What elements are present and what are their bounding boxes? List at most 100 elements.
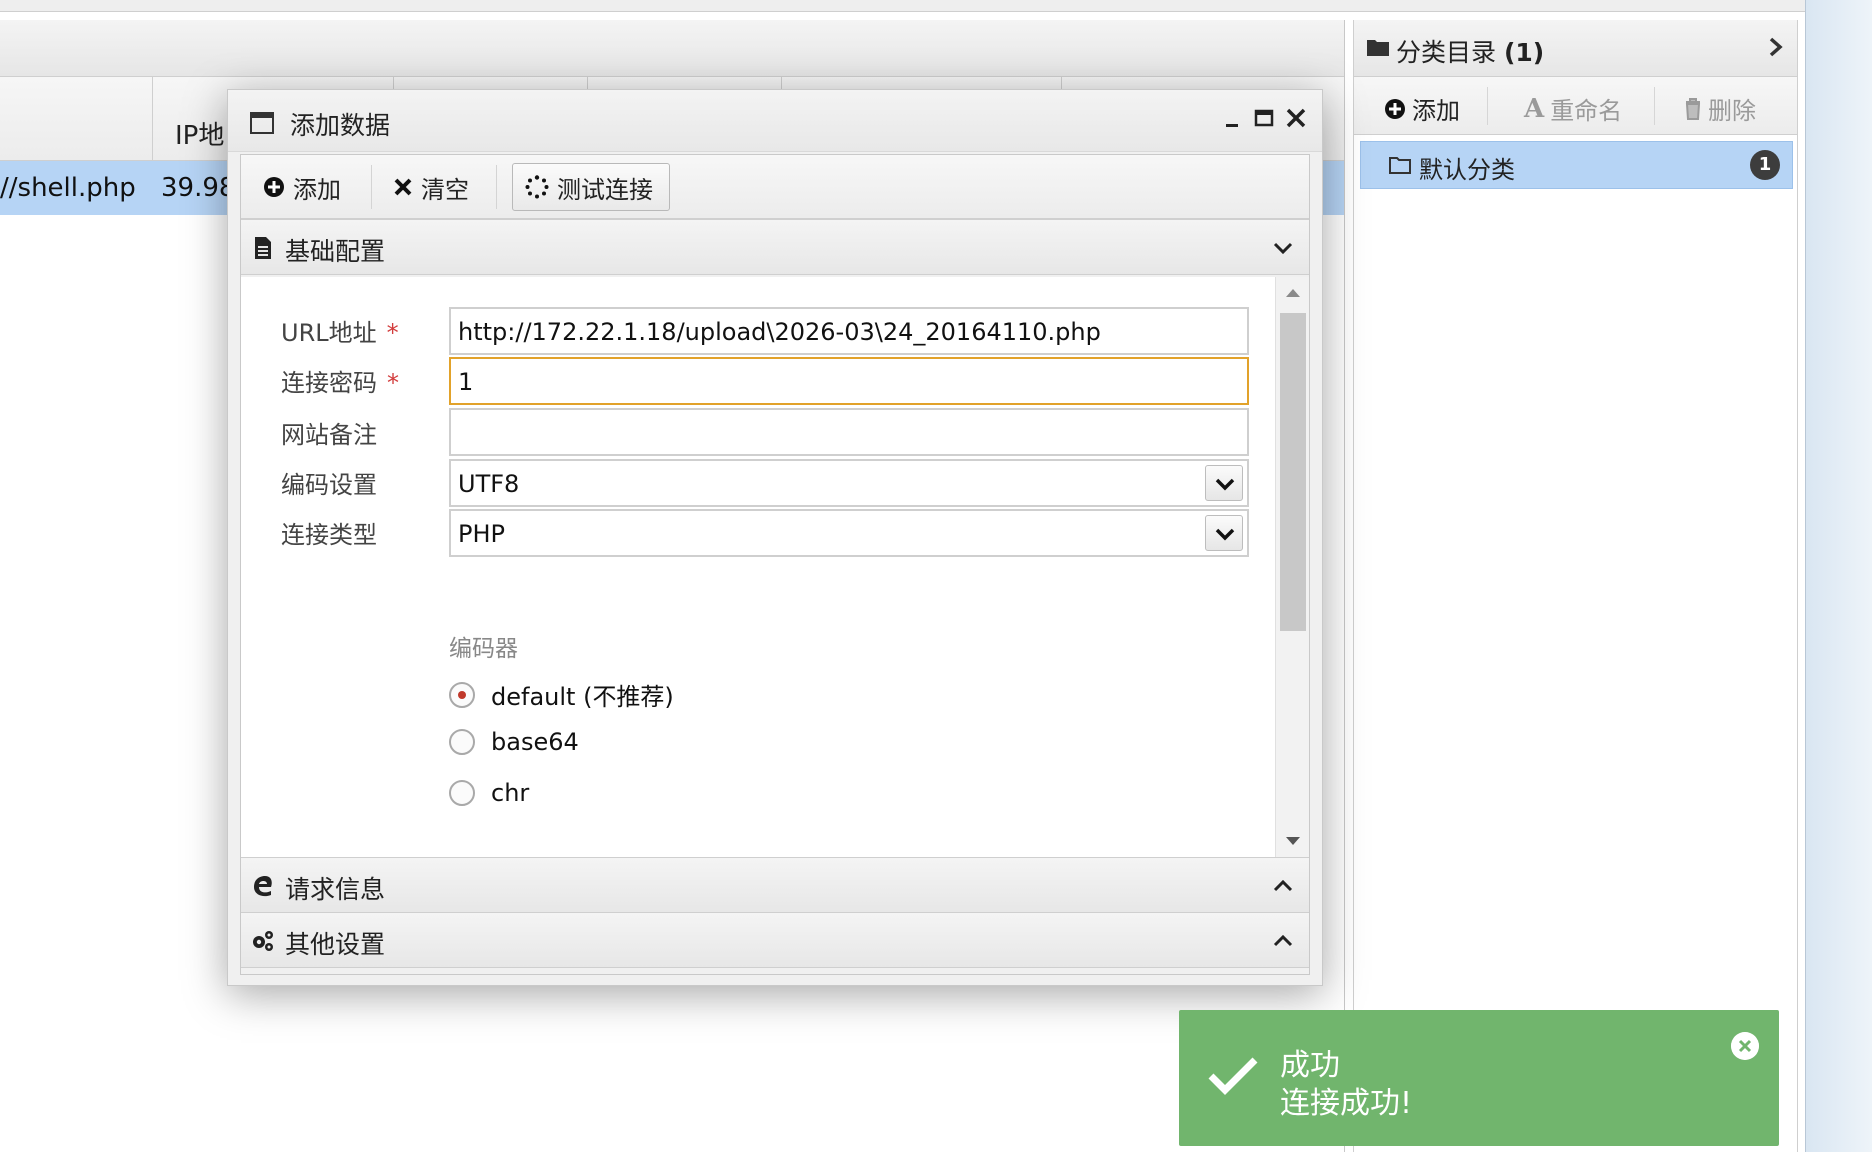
radio-button[interactable] — [449, 729, 475, 755]
minimize-icon[interactable] — [1218, 104, 1246, 132]
toolbar-divider — [1654, 87, 1655, 125]
encoder-label: 编码器 — [449, 636, 518, 662]
required-mark: * — [386, 319, 399, 347]
chevron-down-icon[interactable] — [1271, 236, 1295, 260]
note-label: 网站备注 — [281, 421, 377, 449]
dialog-body: 添加 清空 测试连接 基础配置 URL地址 * http://172.22.1.… — [240, 154, 1310, 975]
section-title: 基础配置 — [285, 237, 386, 266]
file-text-icon — [255, 237, 271, 259]
dialog-toolbar: 添加 清空 测试连接 — [241, 155, 1309, 219]
close-icon[interactable] — [1282, 104, 1310, 132]
check-icon — [1208, 1057, 1258, 1095]
add-data-dialog: 添加数据 添加 清空 测试连接 基础配置 URL地址 * http://172.… — [227, 89, 1323, 986]
type-select-value: PHP — [458, 520, 505, 548]
encoder-option-chr[interactable]: chr — [449, 779, 529, 807]
section-title: 请求信息 — [285, 875, 386, 904]
count-badge: 1 — [1750, 150, 1780, 180]
encoder-option-default[interactable]: default (不推荐) — [449, 677, 674, 712]
category-panel-title: 分类目录 (1) — [1396, 33, 1544, 69]
encoder-option-label: base64 — [491, 728, 579, 756]
plus-circle-icon — [1385, 98, 1405, 119]
edge-icon — [254, 876, 272, 897]
section-request-info[interactable]: 请求信息 — [241, 857, 1309, 913]
category-rename-label: 重命名 — [1550, 97, 1623, 125]
url-label: URL地址 * — [281, 313, 399, 348]
table-cell-url: //shell.php — [0, 173, 136, 203]
close-icon[interactable] — [1731, 1032, 1759, 1060]
encoder-option-label: chr — [491, 779, 530, 807]
encoder-option-base64[interactable]: base64 — [449, 728, 579, 756]
basic-config-form: URL地址 * http://172.22.1.18/upload\2026-03… — [241, 277, 1309, 857]
dialog-titlebar[interactable]: 添加数据 — [228, 90, 1322, 152]
clear-button[interactable]: 清空 — [381, 163, 481, 211]
table-cell-ip: 39.98 — [161, 173, 236, 203]
maximize-icon[interactable] — [1250, 104, 1278, 132]
category-title-count: (1) — [1503, 38, 1545, 67]
add-button-label: 添加 — [293, 175, 341, 204]
type-dropdown-button[interactable] — [1205, 515, 1243, 551]
chevron-down-icon — [1215, 528, 1235, 541]
folder-icon — [1367, 40, 1389, 56]
form-scrollbar[interactable] — [1275, 277, 1309, 857]
url-label-text: URL地址 — [281, 319, 377, 347]
scrollbar-thumb[interactable] — [1280, 313, 1306, 631]
encoder-option-label: default (不推荐) — [491, 683, 674, 711]
font-icon: A — [1524, 93, 1545, 124]
category-item-default[interactable]: 默认分类 1 — [1360, 141, 1793, 189]
note-input[interactable] — [449, 408, 1249, 456]
category-toolbar: 添加 A 重命名 删除 — [1354, 77, 1797, 135]
category-add-label: 添加 — [1412, 97, 1460, 125]
folder-open-icon — [1389, 157, 1411, 174]
add-button[interactable]: 添加 — [251, 163, 353, 211]
trash-icon — [1685, 97, 1701, 120]
category-rename-button[interactable]: A 重命名 — [1524, 91, 1622, 126]
encoding-select-value: UTF8 — [458, 470, 520, 498]
chevron-right-icon[interactable] — [1767, 36, 1785, 58]
toolbar-divider — [371, 165, 372, 209]
category-panel: 分类目录 (1) 添加 A 重命名 删除 默认分类 1 — [1353, 20, 1798, 1152]
main-toolbar — [0, 20, 1344, 77]
chevron-up-icon[interactable] — [1271, 929, 1295, 953]
window-edge — [1805, 0, 1872, 1152]
encoding-dropdown-button[interactable] — [1205, 465, 1243, 501]
encoding-label: 编码设置 — [281, 471, 377, 499]
radio-button[interactable] — [449, 681, 475, 708]
encoding-select[interactable]: UTF8 — [449, 459, 1249, 507]
spinner-icon — [525, 175, 549, 199]
scroll-down-arrow-icon[interactable] — [1286, 837, 1300, 845]
type-select[interactable]: PHP — [449, 509, 1249, 557]
category-title-text: 分类目录 — [1396, 38, 1497, 67]
category-delete-label: 删除 — [1708, 97, 1756, 125]
window-icon — [250, 112, 274, 134]
type-label: 连接类型 — [281, 521, 377, 549]
dialog-title: 添加数据 — [290, 111, 391, 140]
grid-header-ip[interactable]: IP地 — [175, 115, 224, 152]
toolbar-divider — [496, 165, 497, 209]
toolbar-divider — [1487, 87, 1488, 125]
test-connection-label: 测试连接 — [557, 175, 653, 204]
toast-message: 连接成功! — [1280, 1086, 1413, 1121]
category-delete-button[interactable]: 删除 — [1684, 91, 1756, 126]
chevron-up-icon[interactable] — [1271, 874, 1295, 898]
scroll-up-arrow-icon[interactable] — [1286, 289, 1300, 297]
grid-column-separator[interactable] — [152, 77, 153, 161]
password-label-text: 连接密码 — [281, 369, 377, 397]
section-title: 其他设置 — [285, 930, 386, 959]
required-mark: * — [387, 369, 399, 397]
password-input[interactable]: 1 — [449, 357, 1249, 405]
clear-button-label: 清空 — [421, 175, 469, 204]
success-toast: 成功 连接成功! — [1179, 1010, 1779, 1146]
plus-circle-icon — [264, 177, 284, 197]
section-other-settings[interactable]: 其他设置 — [241, 912, 1309, 968]
chevron-down-icon — [1215, 478, 1235, 491]
radio-button[interactable] — [449, 780, 475, 806]
category-item-label: 默认分类 — [1419, 156, 1515, 184]
category-add-button[interactable]: 添加 — [1384, 91, 1460, 126]
top-strip — [0, 0, 1805, 12]
category-panel-header: 分类目录 (1) — [1354, 20, 1797, 77]
password-label: 连接密码 * — [281, 363, 399, 398]
section-basic-config[interactable]: 基础配置 — [241, 219, 1309, 275]
test-connection-button[interactable]: 测试连接 — [512, 163, 670, 211]
gears-icon — [253, 931, 273, 951]
url-input[interactable]: http://172.22.1.18/upload\2026-03\24_201… — [449, 307, 1249, 355]
